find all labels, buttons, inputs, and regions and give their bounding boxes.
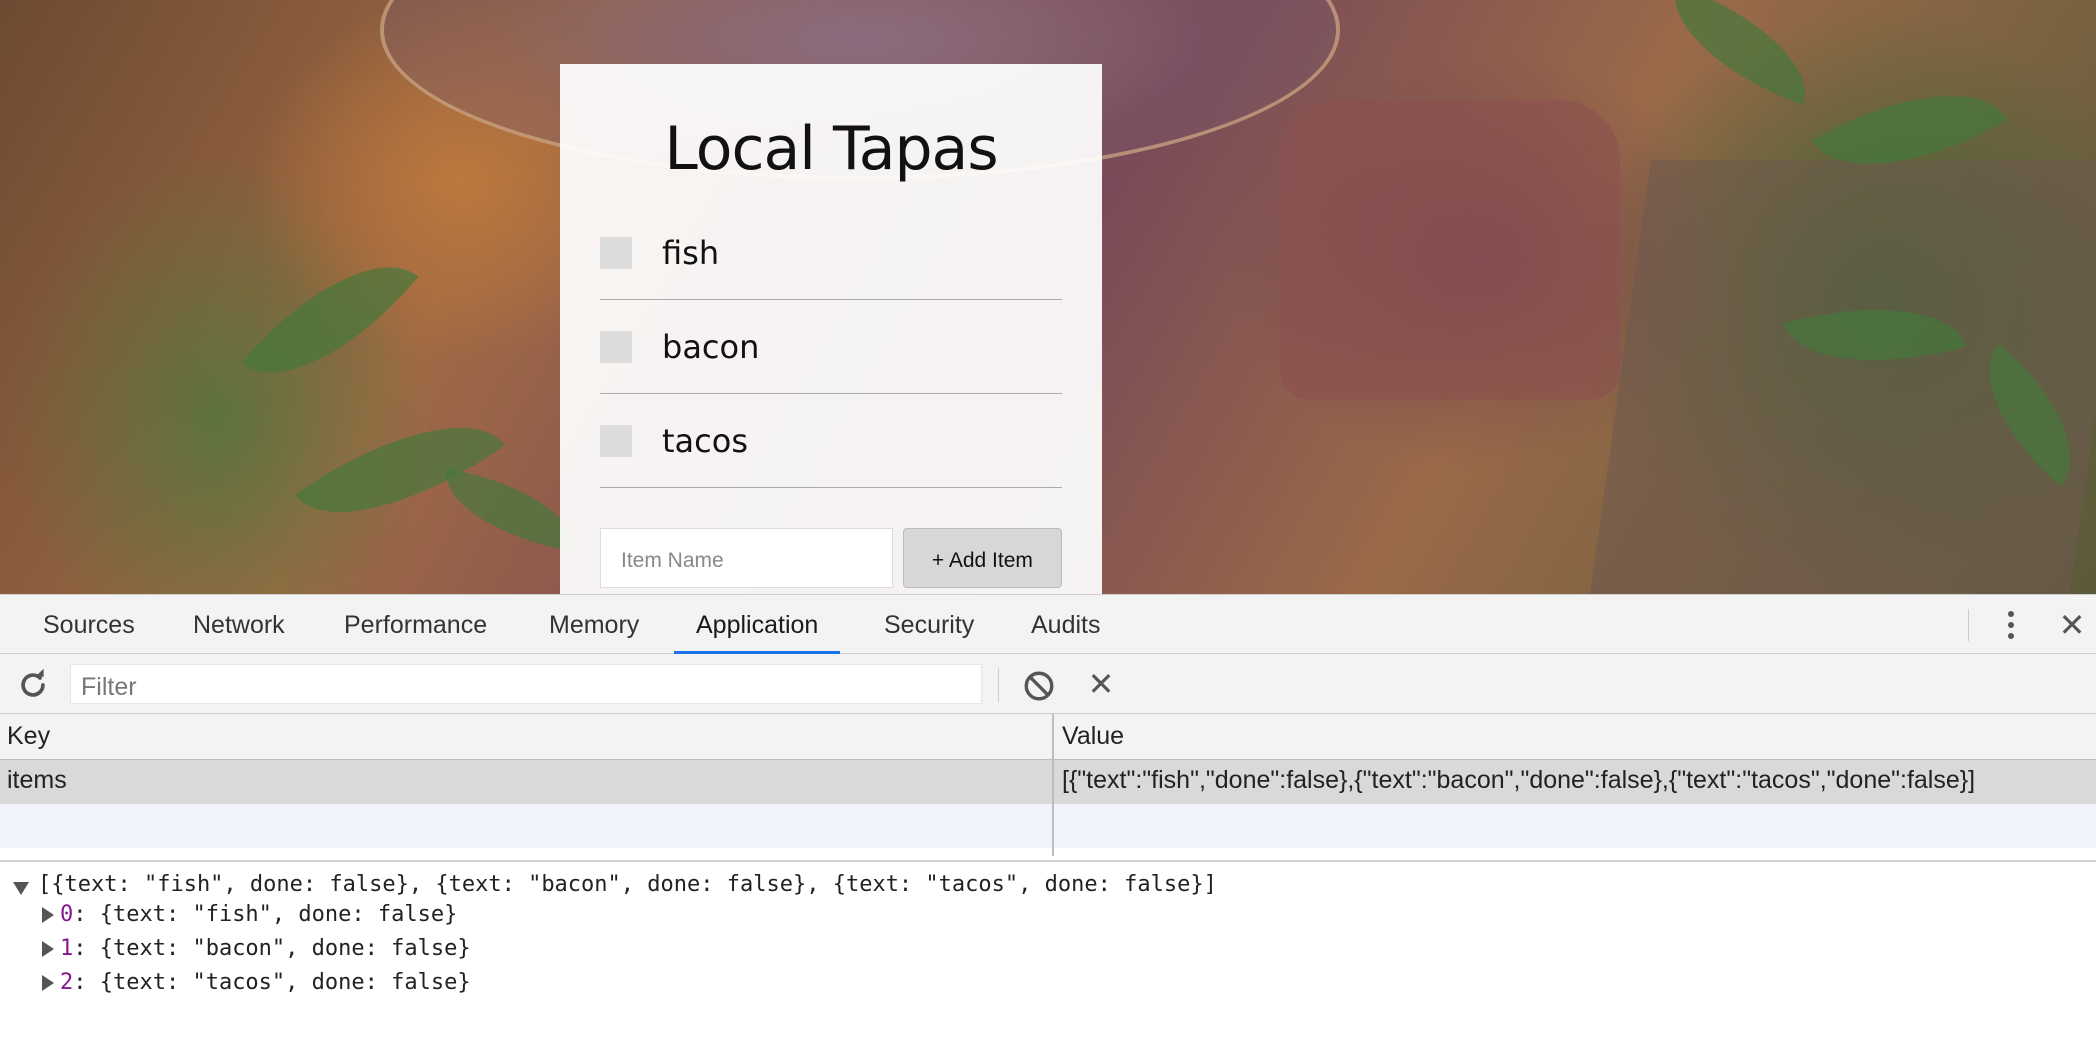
add-item-button[interactable]: + Add Item — [902, 528, 1062, 588]
tab-performance[interactable]: Performance — [322, 595, 509, 654]
preview-entry: 0: {text: "fish", done: false} — [60, 900, 457, 930]
preview-divider — [0, 860, 2096, 862]
app-title: Local Tapas — [664, 114, 998, 184]
todo-checkbox[interactable] — [600, 424, 632, 457]
delete-selected-icon[interactable]: ✕ — [1084, 666, 1118, 702]
entry-value: : {text: "tacos", done: false} — [73, 970, 471, 995]
add-item-row: Item Name + Add Item — [600, 528, 1062, 588]
table-header: Key Value — [0, 714, 2096, 760]
todo-checkbox[interactable] — [600, 236, 632, 269]
item-name-input[interactable]: Item Name — [600, 528, 893, 588]
table-row-empty[interactable] — [0, 804, 2096, 848]
local-storage-table: Key Value items [{"text":"fish","done":f… — [0, 714, 2096, 856]
entry-value: : {text: "bacon", done: false} — [73, 936, 471, 961]
entry-value: : {text: "fish", done: false} — [73, 902, 458, 927]
close-devtools-icon[interactable]: ✕ — [2054, 607, 2090, 643]
devtools-tabbar: Sources Network Performance Memory Appli… — [0, 594, 2096, 654]
tab-security[interactable]: Security — [862, 595, 996, 654]
expand-triangle-icon[interactable] — [13, 882, 29, 895]
clear-all-icon[interactable] — [1022, 669, 1056, 703]
background-leaf — [1652, 0, 1828, 106]
collapsed-triangle-icon[interactable] — [42, 941, 54, 957]
more-options-icon[interactable] — [1996, 607, 2026, 643]
todo-checkbox[interactable] — [600, 330, 632, 363]
background-leaf — [295, 379, 505, 561]
table-row[interactable]: items [{"text":"fish","done":false},{"te… — [0, 760, 2096, 804]
preview-summary: [{text: "fish", done: false}, {text: "ba… — [38, 872, 1217, 897]
todo-app-card: Local Tapas fish bacon tacos Item Name +… — [560, 64, 1102, 604]
value-preview: [{text: "fish", done: false}, {text: "ba… — [0, 870, 2096, 1030]
tab-application[interactable]: Application — [674, 595, 841, 654]
background-chair — [1280, 100, 1620, 400]
filter-input[interactable]: Filter — [70, 664, 982, 704]
preview-entry: 2: {text: "tacos", done: false} — [60, 968, 471, 998]
todo-item: bacon — [600, 300, 1062, 394]
tab-sources[interactable]: Sources — [21, 595, 157, 654]
tab-audits[interactable]: Audits — [1009, 595, 1122, 654]
column-header-key[interactable]: Key — [7, 722, 50, 751]
entry-index: 1 — [60, 936, 74, 961]
collapsed-triangle-icon[interactable] — [42, 975, 54, 991]
storage-toolbar: Filter ✕ — [0, 654, 2096, 714]
devtools-panel: Sources Network Performance Memory Appli… — [0, 594, 2096, 1052]
tab-network[interactable]: Network — [171, 595, 307, 654]
row-value-cell: [{"text":"fish","done":false},{"text":"b… — [1062, 766, 1976, 794]
toolbar-divider — [998, 668, 999, 702]
preview-entry: 1: {text: "bacon", done: false} — [60, 934, 471, 964]
refresh-icon[interactable] — [16, 668, 50, 702]
todo-list: fish bacon tacos — [600, 206, 1062, 488]
todo-item-label: bacon — [662, 327, 760, 366]
todo-item-label: fish — [662, 233, 720, 272]
column-divider[interactable] — [1052, 714, 1054, 856]
entry-index: 0 — [60, 902, 74, 927]
todo-item: tacos — [600, 394, 1062, 488]
tab-memory[interactable]: Memory — [527, 595, 661, 654]
todo-item: fish — [600, 206, 1062, 300]
column-header-value[interactable]: Value — [1062, 722, 1124, 751]
collapsed-triangle-icon[interactable] — [42, 907, 54, 923]
background-leaf — [241, 225, 419, 415]
entry-index: 2 — [60, 970, 74, 995]
todo-item-label: tacos — [662, 421, 748, 460]
tabbar-divider — [1968, 609, 1969, 641]
row-key-cell: items — [7, 766, 67, 794]
